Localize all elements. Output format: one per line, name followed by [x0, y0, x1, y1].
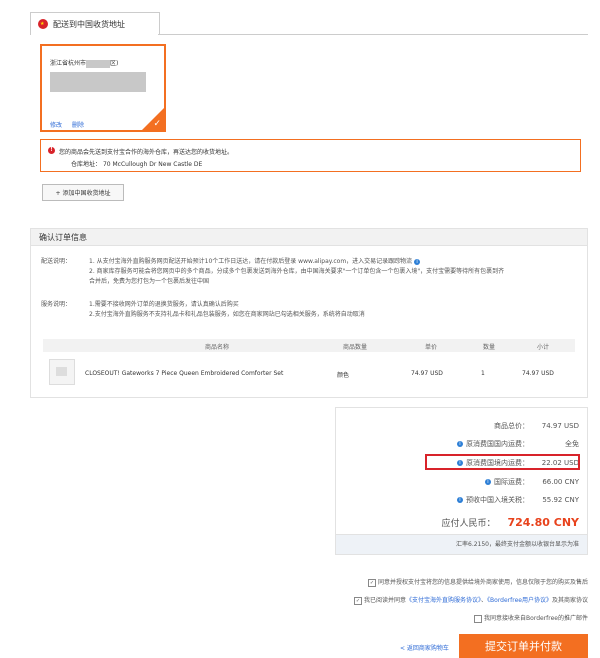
shipping-note-line: 合并后，免费为您打包为一个包裹后发往中国: [89, 278, 210, 285]
summary-row-goods-total: 商品总价： 74.97 USD: [494, 422, 579, 430]
delete-address-link[interactable]: 删除: [72, 122, 84, 129]
service-note-line: 2.支付宝海外直购服务不支持礼品卡和礼品包装服务，如您在商家网站已勾选相关服务，…: [89, 311, 365, 318]
tab-divider: [158, 34, 588, 35]
product-qty: 1: [481, 370, 485, 377]
highlight-box: [425, 454, 580, 470]
checkbox-checked[interactable]: ✓: [367, 578, 376, 587]
address-line: 浙江省杭州市 区): [50, 59, 119, 68]
confirm-order-panel: 确认订单信息 配送说明： 1. 从支付宝海外直购服务网页配送开始预计10个工作日…: [30, 228, 588, 398]
shipping-note-line: 2. 商家库存服务可能会将您网页中的多个商品，分成多个包裹发送到海外仓库，由中国…: [89, 268, 505, 275]
summary-row-international-shipping: i 国际运费： 66.00 CNY: [485, 477, 579, 487]
info-icon[interactable]: i: [485, 479, 491, 485]
shipping-note-line: 1. 从支付宝海外直购服务网页配送开始预计10个工作日送达，请在付款后登录 ww…: [89, 256, 421, 265]
alipay-service-agreement-link[interactable]: 《支付宝海外直购服务协议》: [406, 597, 481, 604]
column-header: 小计: [537, 344, 550, 351]
china-address-tab[interactable]: 配送到中国收货地址: [30, 12, 160, 35]
tab-label: 配送到中国收货地址: [53, 19, 125, 29]
total-amount: 724.80 CNY: [507, 516, 579, 529]
info-icon[interactable]: i: [457, 441, 463, 447]
column-header: 商品数量: [343, 344, 368, 351]
product-subtotal: 74.97 USD: [522, 370, 554, 377]
product-table-header: 商品名称 商品数量 单价 数量 小计: [43, 339, 575, 352]
warehouse-notice-text: 您的商品会先送到支付宝合作的海外仓库，再送达您的收货地址。: [59, 149, 234, 156]
column-header: 商品名称: [205, 344, 230, 351]
warehouse-address: 仓库地址： 70 McCullough Dr New Castle DE: [71, 161, 203, 168]
column-header: 数量: [483, 344, 496, 351]
borderfree-agreement-link[interactable]: 《Borderfree用户协议》: [487, 597, 552, 604]
agreement-marketing[interactable]: 我同意接收来自Borderfree的推广邮件: [474, 613, 588, 623]
edit-address-link[interactable]: 修改: [50, 122, 62, 129]
confirm-order-title: 确认订单信息: [31, 229, 587, 246]
shipping-note-label: 配送说明：: [41, 258, 72, 265]
warehouse-notice: ! 您的商品会先送到支付宝合作的海外仓库，再送达您的收货地址。 仓库地址： 70…: [40, 139, 581, 172]
check-icon: ✓: [153, 119, 161, 129]
summary-row-import-duty: i 预收中国入境关税： 55.92 CNY: [457, 495, 579, 505]
info-icon: i: [414, 258, 421, 265]
china-flag-icon: [38, 19, 48, 29]
info-icon[interactable]: i: [457, 497, 463, 503]
product-price: 74.97 USD: [411, 370, 443, 377]
agreement-authorize[interactable]: ✓ 同意并授权支付宝将您的信息提供给境外商家使用，信息仅限于您的购买及售后: [367, 577, 588, 587]
address-actions: 修改 删除: [50, 120, 92, 129]
service-note-line: 1.需要不接收网外订单的退换货服务，请认真确认后购买: [89, 301, 239, 308]
submit-order-button[interactable]: 提交订单并付款: [459, 634, 588, 658]
address-card-selected[interactable]: 浙江省杭州市 区) 修改 删除 ✓: [40, 44, 166, 132]
back-to-cart-link[interactable]: < 返回商家购物车: [400, 643, 449, 652]
service-note-label: 服务说明：: [41, 301, 72, 308]
total-payable: 应付人民币： 724.80 CNY: [441, 516, 579, 529]
address-redacted-block: [50, 72, 146, 92]
agreement-terms[interactable]: ✓ 我已阅读并同意《支付宝海外直购服务协议》、《Borderfree用户协议》及其…: [353, 595, 588, 605]
product-name: CLOSEOUT! Gateworks 7 Piece Queen Embroi…: [85, 370, 284, 377]
checkbox-unchecked[interactable]: [474, 614, 483, 623]
checkbox-checked[interactable]: ✓: [353, 596, 362, 605]
column-header: 单价: [425, 344, 438, 351]
product-thumbnail: [49, 359, 75, 385]
exchange-rate-note: 汇率6.2150，最终支付金额以收银台显示为准: [336, 534, 587, 554]
add-address-button[interactable]: + 添加中国收货地址: [42, 184, 124, 201]
product-attr: 颜色: [337, 372, 350, 379]
alert-icon: !: [48, 147, 55, 154]
order-summary: 商品总价： 74.97 USD i 原消费国国内运费： 全免 i 原消费国境内运费：…: [335, 407, 588, 555]
summary-row-origin-domestic-shipping: i 原消费国国内运费： 全免: [457, 439, 579, 449]
